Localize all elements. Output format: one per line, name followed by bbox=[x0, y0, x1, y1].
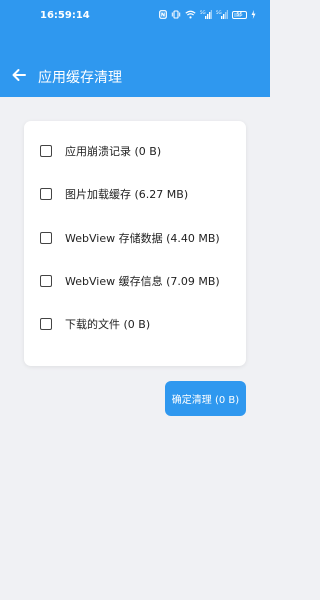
charging-icon bbox=[251, 10, 256, 19]
nfc-icon bbox=[159, 10, 167, 19]
svg-text:5G: 5G bbox=[216, 10, 222, 15]
option-label: 下载的文件 (0 B) bbox=[65, 318, 151, 331]
confirm-clean-button[interactable]: 确定清理 (0 B) bbox=[165, 381, 246, 416]
option-label: 应用崩溃记录 (0 B) bbox=[65, 145, 162, 158]
option-label: WebView 缓存信息 (7.09 MB) bbox=[65, 275, 220, 288]
vibrate-icon bbox=[171, 10, 181, 19]
arrow-left-icon bbox=[12, 69, 26, 81]
checkbox[interactable] bbox=[40, 232, 52, 244]
wifi-icon bbox=[185, 10, 196, 19]
option-label: 图片加载缓存 (6.27 MB) bbox=[65, 188, 189, 201]
checkbox[interactable] bbox=[40, 145, 52, 157]
svg-text:5G: 5G bbox=[200, 10, 206, 15]
battery-level: 55 bbox=[236, 11, 243, 18]
status-bar: 16:59:14 5G 5G 55 bbox=[0, 0, 270, 34]
app-header: 16:59:14 5G 5G 55 应用缓存清理 bbox=[0, 0, 270, 97]
page-title: 应用缓存清理 bbox=[38, 70, 122, 86]
checkbox[interactable] bbox=[40, 318, 52, 330]
option-webview-storage[interactable]: WebView 存储数据 (4.40 MB) bbox=[40, 226, 240, 250]
cache-options-card: 应用崩溃记录 (0 B) 图片加载缓存 (6.27 MB) WebView 存储… bbox=[24, 121, 246, 366]
back-button[interactable] bbox=[9, 65, 29, 85]
signal-2-icon: 5G bbox=[216, 10, 228, 19]
option-webview-cache[interactable]: WebView 缓存信息 (7.09 MB) bbox=[40, 269, 240, 293]
option-downloaded-files[interactable]: 下载的文件 (0 B) bbox=[40, 312, 240, 336]
signal-1-icon: 5G bbox=[200, 10, 212, 19]
option-crash-logs[interactable]: 应用崩溃记录 (0 B) bbox=[40, 139, 240, 163]
battery-icon: 55 bbox=[232, 10, 247, 19]
checkbox[interactable] bbox=[40, 188, 52, 200]
option-image-cache[interactable]: 图片加载缓存 (6.27 MB) bbox=[40, 182, 240, 206]
status-time: 16:59:14 bbox=[40, 10, 90, 21]
checkbox[interactable] bbox=[40, 275, 52, 287]
toolbar: 应用缓存清理 bbox=[0, 56, 270, 96]
option-label: WebView 存储数据 (4.40 MB) bbox=[65, 232, 220, 245]
status-icons: 5G 5G 55 bbox=[159, 10, 256, 19]
